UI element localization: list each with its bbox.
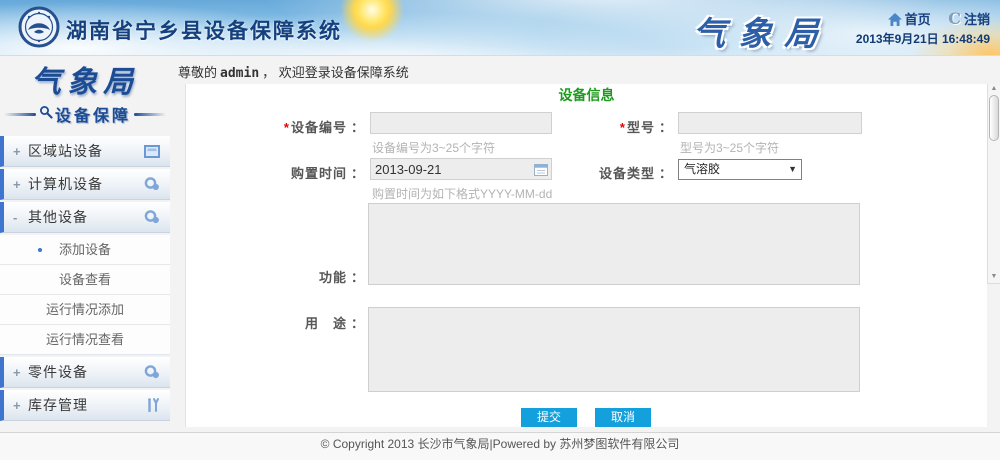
chat-icon [144, 210, 160, 224]
expand-plus-icon: + [13, 144, 28, 159]
username: admin [220, 66, 259, 81]
purchase-date-label: 购置时间： [246, 163, 365, 182]
divider-line [134, 113, 166, 116]
purchase-date-field [370, 158, 552, 180]
welcome-prefix: 尊敬的 [178, 65, 217, 80]
scrollbar-down-icon[interactable]: ▼ [988, 272, 1000, 282]
device-type-selected-value: 气溶胶 [684, 162, 720, 176]
model-input[interactable] [678, 112, 862, 134]
device-type-select[interactable]: 气溶胶 ▼ [678, 159, 802, 180]
submenu-item-view-run-status[interactable]: 运行情况查看 [0, 325, 170, 354]
logout-label: 注销 [964, 12, 990, 27]
copyright-text: © Copyright 2013 长沙市气象局|Powered by 苏州梦图软… [321, 437, 680, 451]
function-textarea[interactable] [368, 203, 860, 285]
sidebar-item-inventory[interactable]: + 库存管理 [0, 390, 170, 421]
sidebar-item-label: 库存管理 [28, 395, 88, 415]
required-mark: * [620, 120, 626, 135]
collapse-minus-icon: - [13, 210, 28, 225]
usage-label: 用 途： [246, 313, 365, 332]
home-label: 首页 [905, 12, 931, 27]
model-label: *型号： [566, 117, 673, 136]
header-brand: 气象局 [691, 7, 832, 55]
device-type-label: 设备类型： [566, 163, 673, 182]
purchase-date-input[interactable] [370, 158, 552, 180]
submenu-item-label: 设备查看 [59, 272, 111, 287]
submenu-item-add-device[interactable]: 添加设备 [0, 235, 170, 265]
expand-plus-icon: + [13, 398, 28, 413]
function-label: 功能： [246, 267, 365, 286]
vertical-scrollbar[interactable]: ▲ ▼ [987, 84, 1000, 284]
submenu-item-label: 运行情况查看 [46, 332, 124, 347]
welcome-suffix: ， 欢迎登录设备保障系统 [262, 65, 409, 80]
sidebar-item-label: 区域站设备 [28, 141, 103, 161]
purchase-date-hint: 购置时间为如下格式YYYY-MM-dd [372, 185, 552, 202]
sidebar-item-regional-station[interactable]: + 区域站设备 [0, 136, 170, 167]
sidebar-item-label: 零件设备 [28, 362, 88, 382]
sidebar-item-parts[interactable]: + 零件设备 [0, 357, 170, 388]
submenu-item-label: 运行情况添加 [46, 302, 124, 317]
submenu-item-label: 添加设备 [59, 242, 111, 257]
sidebar-item-other-devices[interactable]: - 其他设备 [0, 202, 170, 233]
tools-icon [146, 398, 160, 412]
device-no-label: *设备编号： [246, 117, 365, 136]
form-title: 设备信息 [186, 84, 987, 105]
sidebar-sub-brand-label: 设备保障 [55, 102, 131, 126]
submit-button[interactable]: 提交 [521, 408, 577, 427]
search-icon [39, 105, 53, 124]
sidebar-submenu: 添加设备 设备查看 运行情况添加 运行情况查看 [0, 235, 170, 355]
submenu-item-view-device[interactable]: 设备查看 [0, 265, 170, 295]
calendar-icon[interactable] [534, 163, 548, 181]
logout-link[interactable]: C注销 [948, 9, 990, 28]
divider-line [4, 113, 36, 116]
sidebar-sub-brand: 设备保障 [0, 102, 170, 126]
sidebar-brand: 气象局 [0, 57, 170, 101]
model-hint: 型号为3~25个字符 [680, 139, 779, 156]
home-icon [888, 13, 902, 29]
expand-plus-icon: + [13, 177, 28, 192]
sidebar-item-computer[interactable]: + 计算机设备 [0, 169, 170, 200]
scrollbar-thumb[interactable] [989, 95, 999, 141]
datetime-display: 2013年9月21日 16:48:49 [856, 30, 990, 47]
required-mark: * [284, 120, 290, 135]
main-content-panel: 设备信息 *设备编号： 设备编号为3~25个字符 *型号： 型号为3~25个字符… [185, 84, 987, 427]
chevron-down-icon: ▼ [788, 160, 797, 179]
cancel-button[interactable]: 取消 [595, 408, 651, 427]
chat-icon [144, 365, 160, 379]
device-no-input[interactable] [370, 112, 552, 134]
scrollbar-up-icon[interactable]: ▲ [988, 84, 1000, 94]
page-footer: © Copyright 2013 长沙市气象局|Powered by 苏州梦图软… [0, 432, 1000, 460]
page-title: 湖南省宁乡县设备保障系统 [66, 15, 342, 45]
sidebar-item-label: 计算机设备 [28, 174, 103, 194]
cma-logo-icon [18, 6, 60, 48]
submenu-item-add-run-status[interactable]: 运行情况添加 [0, 295, 170, 325]
usage-textarea[interactable] [368, 307, 860, 392]
home-link[interactable]: 首页 [888, 9, 931, 29]
header-nav: 首页 C注销 [888, 9, 990, 29]
app-header: 湖南省宁乡县设备保障系统 气象局 首页 C注销 2013年9月21日 16:48… [0, 0, 1000, 56]
logout-icon: C [948, 9, 961, 28]
sidebar-item-label: 其他设备 [28, 207, 88, 227]
window-icon [144, 145, 160, 158]
welcome-message: 尊敬的admin， 欢迎登录设备保障系统 [178, 62, 409, 81]
chat-icon [144, 177, 160, 191]
expand-plus-icon: + [13, 365, 28, 380]
sidebar: 气象局 设备保障 + 区域站设备 + 计算机设备 - 其他设备 添加设备 设备查… [0, 55, 170, 423]
active-bullet-icon [38, 248, 42, 252]
device-no-hint: 设备编号为3~25个字符 [372, 139, 495, 156]
